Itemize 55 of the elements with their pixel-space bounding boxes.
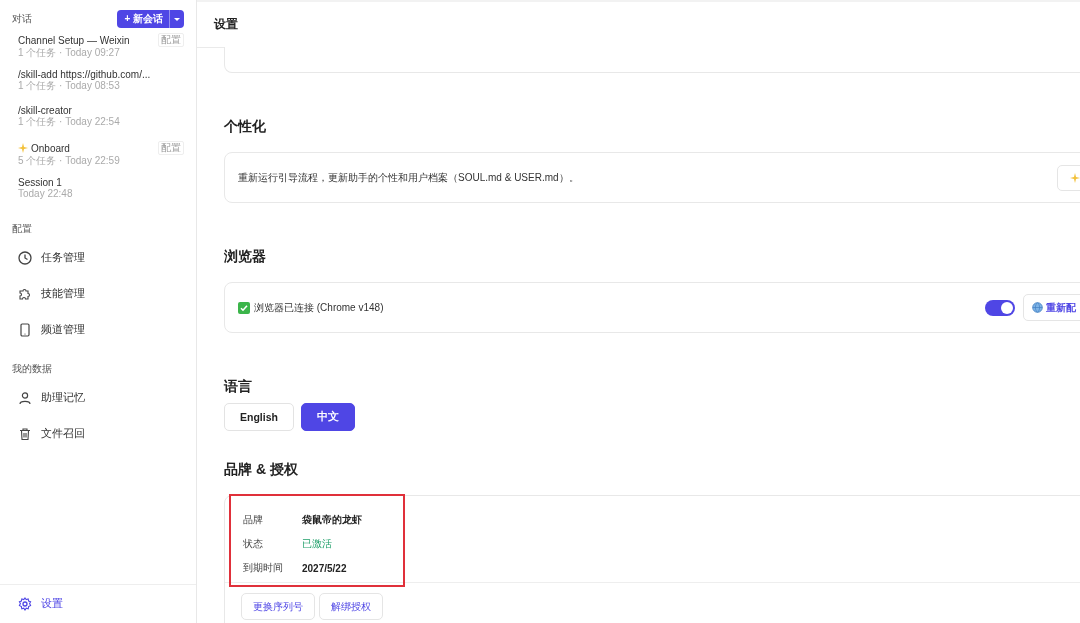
session-item[interactable]: Session 1 Today 22:48 [12, 172, 196, 208]
toggle-switch[interactable] [985, 299, 1015, 316]
field-value: 2027/5/22 [302, 562, 347, 574]
section-heading: 品牌 & 授权 [224, 460, 299, 478]
language-option[interactable]: English [224, 403, 294, 431]
section-heading: 浏览器 [224, 247, 267, 265]
license-button[interactable]: 更换序列号 [241, 593, 315, 620]
session-tag: 配置 [158, 33, 184, 47]
reconfigure-button[interactable]: 重新配 [1023, 294, 1080, 321]
settings-icon [18, 597, 32, 611]
session-item[interactable]: /skill-add https://github.com/... 1 个任务 · Today 08:53 [12, 64, 196, 100]
session-meta: 1 个任务 · Today 09:27 [18, 47, 121, 59]
section-label: 我的数据 [12, 362, 53, 376]
session-item[interactable]: /skill-creator 1 个任务 · Today 22:54 [12, 100, 196, 136]
field-value: 已激活 [302, 537, 332, 551]
field-value: 袋鼠帝的龙虾 [302, 513, 362, 527]
nav-item[interactable]: 任务管理 [12, 240, 196, 276]
session-title: Session 1 [18, 177, 62, 188]
field-label: 状态 [243, 537, 264, 551]
new-chat-button[interactable]: + 新会话 [117, 10, 184, 28]
description-text: 重新运行引导流程，更新助手的个性和用户档案（SOUL.md & USER.md）。 [238, 170, 579, 185]
field-label: 到期时间 [243, 561, 284, 575]
session-item[interactable]: Onboard 配置 5 个任务 · Today 22:59 [12, 136, 196, 172]
user-icon [18, 391, 32, 405]
sparkle-icon [1070, 172, 1080, 183]
session-title: /skill-add https://github.com/... [18, 69, 151, 80]
section-heading: 个性化 [224, 117, 267, 135]
trash-icon [18, 427, 32, 441]
section-heading: 语言 [224, 377, 253, 395]
session-meta: 1 个任务 · Today 22:54 [18, 116, 121, 128]
field-label: 品牌 [243, 513, 264, 527]
nav-item[interactable]: 技能管理 [12, 276, 196, 312]
language-option[interactable]: 中文 [300, 403, 355, 431]
nav-item[interactable]: 频道管理 [12, 312, 196, 348]
section-label: 配置 [12, 222, 33, 236]
license-button[interactable]: 解绑授权 [319, 593, 383, 620]
page-title: 设置 [214, 16, 238, 33]
settings-nav-item[interactable]: 设置 [12, 591, 196, 617]
status-text: 浏览器已连接 (Chrome v148) [254, 300, 384, 315]
sparkle-icon [18, 143, 28, 153]
clock-icon [18, 251, 32, 265]
nav-item[interactable]: 文件召回 [12, 416, 196, 452]
session-title: Onboard [31, 142, 70, 154]
nav-item[interactable]: 助理记忆 [12, 380, 196, 416]
session-title: /skill-creator [18, 105, 72, 116]
globe-icon [1032, 302, 1043, 313]
phone-icon [18, 323, 32, 337]
session-tag: 配置 [158, 141, 184, 155]
session-meta: Today 22:48 [18, 188, 74, 200]
puzzle-icon [18, 287, 32, 301]
session-title: Channel Setup — Weixin [18, 34, 130, 46]
session-meta: 1 个任务 · Today 08:53 [18, 80, 120, 92]
session-meta: 5 个任务 · Today 22:59 [18, 155, 121, 167]
section-label: 对话 [12, 12, 32, 26]
session-item[interactable]: Channel Setup — Weixin 配置 1 个任务 · Today 09:27 [12, 28, 196, 64]
